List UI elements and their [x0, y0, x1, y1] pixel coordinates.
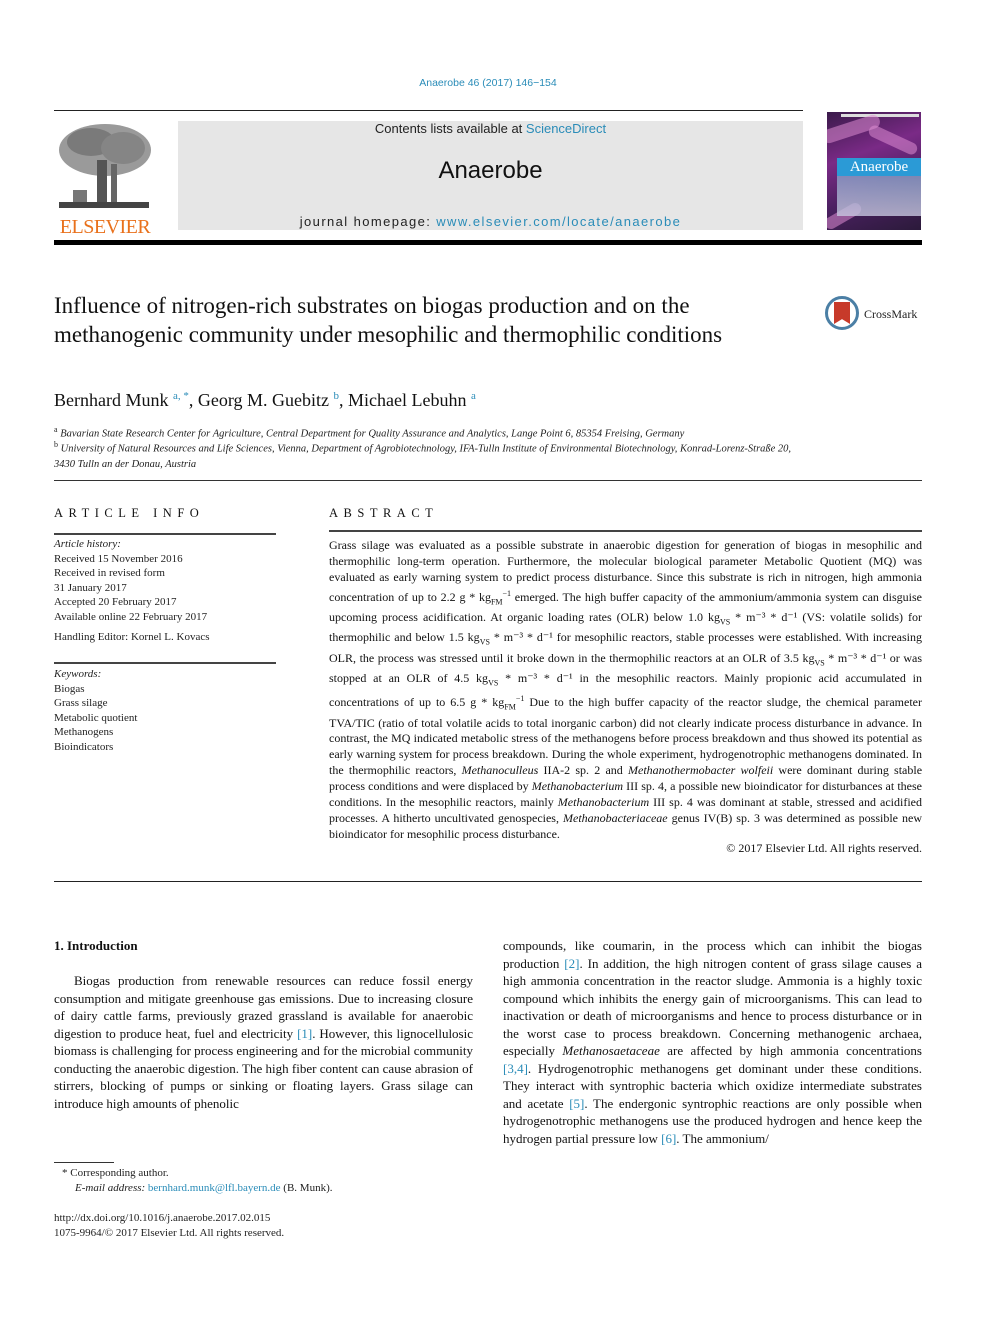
- article-history: Article history: Received 15 November 20…: [54, 537, 279, 645]
- journal-cover-image[interactable]: Anaerobe: [827, 112, 921, 230]
- author-affiliation-marker[interactable]: a: [471, 390, 476, 402]
- crossmark-button[interactable]: CrossMark: [825, 296, 925, 336]
- email-suffix: (B. Munk).: [280, 1182, 333, 1194]
- unit-subscript: FM: [504, 702, 516, 712]
- header-top-rule: [54, 110, 803, 111]
- species-name: Methanoculleus: [461, 763, 539, 778]
- crossmark-label: CrossMark: [864, 307, 918, 321]
- header-bottom-rule: [54, 240, 922, 245]
- author-affiliation-marker[interactable]: a, *: [173, 390, 189, 402]
- unit-subscript: FM: [490, 597, 503, 607]
- sciencedirect-link[interactable]: ScienceDirect: [526, 121, 606, 136]
- contents-prefix: Contents lists available at: [374, 121, 526, 136]
- author-list: Bernhard Munk a, *, Georg M. Guebitz b, …: [54, 390, 476, 411]
- citation-link[interactable]: [5]: [569, 1096, 584, 1111]
- species-name: Methanobacterium: [557, 795, 650, 810]
- keywords: Keywords: Biogas Grass silage Metabolic …: [54, 667, 279, 754]
- history-item: Received in revised form: [54, 567, 165, 579]
- unit-rate: * m⁻³ * d⁻¹: [498, 670, 573, 685]
- journal-citation-link[interactable]: Anaerobe 46 (2017) 146−154: [0, 77, 976, 89]
- unit-subscript: VS: [719, 617, 731, 627]
- unit-subscript: VS: [814, 658, 825, 667]
- abstract-text: IIA-2 sp. 2 and: [538, 763, 628, 778]
- body-text: . The ammonium/: [676, 1130, 769, 1146]
- unit-rate: * m⁻³ * d⁻¹: [730, 610, 798, 625]
- intro-paragraph-left: Biogas production from renewable resourc…: [54, 972, 473, 1112]
- homepage-prefix: journal homepage:: [299, 214, 437, 229]
- unit-subscript: VS: [479, 637, 490, 647]
- contents-line: Contents lists available at ScienceDirec…: [178, 121, 803, 136]
- author-name[interactable]: Georg M. Guebitz: [198, 390, 329, 410]
- abstract-heading: ABSTRACT: [329, 506, 439, 520]
- keyword: Bioindicators: [54, 740, 114, 753]
- handling-editor: Handling Editor: Kornel L. Kovacs: [54, 631, 210, 643]
- cover-bacterium: [866, 123, 920, 157]
- keywords-rule: [54, 662, 276, 664]
- citation-link[interactable]: [3,4]: [503, 1061, 528, 1076]
- article-title: Influence of nitrogen-rich substrates on…: [54, 293, 723, 347]
- email-label: E-mail address:: [75, 1182, 148, 1194]
- keyword: Grass silage: [54, 697, 108, 709]
- keyword: Biogas: [54, 682, 85, 695]
- author-separator: ,: [339, 390, 349, 410]
- history-item: Received 15 November 2016: [54, 552, 183, 565]
- homepage-line: journal homepage: www.elsevier.com/locat…: [178, 214, 803, 229]
- journal-masthead: Contents lists available at ScienceDirec…: [178, 121, 803, 230]
- affiliation-marker: b: [54, 440, 58, 449]
- unit-rate: * m⁻³ * d⁻¹: [489, 630, 553, 645]
- title-block-divider: [54, 480, 922, 481]
- unit-rate: * m⁻³ * d⁻¹: [824, 650, 887, 665]
- abstract-bottom-rule: [54, 881, 922, 882]
- citation-link[interactable]: [1]: [297, 1026, 312, 1041]
- issn-copyright: 1075-9964/© 2017 Elsevier Ltd. All right…: [54, 1227, 285, 1239]
- article-info-rule: [54, 533, 276, 535]
- keyword: Methanogens: [54, 726, 114, 738]
- keyword: Metabolic quotient: [54, 711, 138, 724]
- abstract-rule: [329, 530, 922, 532]
- article-history-label: Article history:: [54, 538, 121, 550]
- species-name: Methanosaetaceae: [562, 1043, 660, 1058]
- affiliation-marker: a: [54, 425, 58, 434]
- unit-superscript: −1: [502, 588, 512, 598]
- citation-link[interactable]: [2]: [564, 956, 579, 971]
- author-name[interactable]: Michael Lebuhn: [348, 390, 466, 410]
- citation-link[interactable]: [6]: [661, 1131, 676, 1146]
- body-text: are affected by high ammonia concentrati…: [659, 1043, 922, 1058]
- footnote-rule: [54, 1162, 114, 1163]
- abstract-copyright: © 2017 Elsevier Ltd. All rights reserved…: [726, 841, 922, 855]
- elsevier-tree-icon: [59, 124, 151, 208]
- author-email-link[interactable]: bernhard.munk@lfl.bayern.de: [148, 1182, 281, 1194]
- intro-paragraph-right: compounds, like coumarin, in the process…: [503, 937, 922, 1147]
- elsevier-logo[interactable]: ELSEVIER: [53, 120, 157, 237]
- elsevier-wordmark: ELSEVIER: [59, 216, 151, 238]
- email-footnote: E-mail address: bernhard.munk@lfl.bayern…: [75, 1181, 333, 1196]
- author-name[interactable]: Bernhard Munk: [54, 390, 168, 410]
- history-item: Accepted 20 February 2017: [54, 596, 177, 608]
- journal-homepage-link[interactable]: www.elsevier.com/locate/anaerobe: [436, 214, 681, 229]
- section-heading-introduction: 1. Introduction: [54, 938, 138, 953]
- history-item: Available online 22 February 2017: [54, 610, 208, 623]
- corresponding-author-note: * Corresponding author.: [62, 1167, 169, 1179]
- abstract-body: Grass silage was evaluated as a possible…: [329, 538, 922, 843]
- cover-top-bar: [841, 114, 919, 117]
- doi-link[interactable]: http://dx.doi.org/10.1016/j.anaerobe.201…: [54, 1211, 270, 1226]
- affiliation: b University of Natural Resources and Li…: [54, 437, 814, 472]
- species-name: Methanobacterium: [531, 779, 624, 794]
- keywords-label: Keywords:: [54, 668, 102, 680]
- cover-title: Anaerobe: [837, 158, 921, 176]
- article-info-heading: ARTICLE INFO: [54, 506, 205, 520]
- species-name: Methanothermobacter wolfeii: [628, 763, 774, 778]
- affiliation-text: University of Natural Resources and Life…: [54, 443, 792, 470]
- unit-subscript: VS: [488, 678, 499, 688]
- journal-title: Anaerobe: [438, 157, 543, 184]
- cover-image-panel: [837, 176, 921, 216]
- author-separator: ,: [188, 390, 198, 410]
- species-name: Methanobacteriaceae: [563, 810, 668, 825]
- history-item: 31 January 2017: [54, 581, 127, 594]
